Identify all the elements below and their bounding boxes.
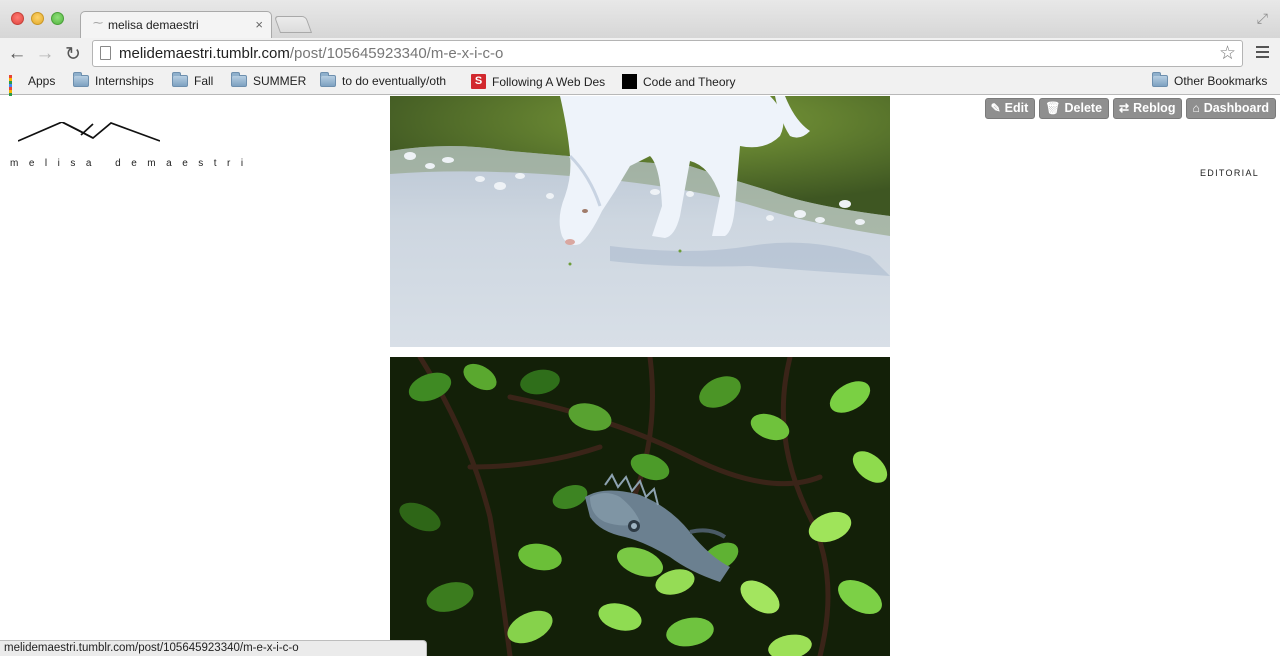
s-logo-icon: S [471, 74, 486, 89]
reload-icon[interactable]: ↻ [62, 43, 84, 66]
bookmark-star-icon[interactable]: ☆ [1219, 42, 1236, 65]
page-icon [100, 46, 111, 60]
home-icon: ⌂ [1192, 101, 1200, 115]
blog-logo[interactable] [18, 122, 160, 142]
bookmark-summer[interactable]: SUMMER [231, 72, 307, 88]
reblog-label: Reblog [1133, 101, 1176, 115]
new-tab-button[interactable] [273, 16, 313, 33]
reblog-icon: ⇄ [1119, 101, 1130, 115]
bookmark-label: Internships [95, 74, 154, 88]
bookmark-fall[interactable]: Fall [172, 72, 214, 88]
tab-favicon-icon: ⁓ [93, 18, 103, 29]
folder-icon [1152, 72, 1168, 87]
zoom-window-button[interactable] [51, 12, 64, 25]
folder-icon [172, 72, 188, 87]
bookmark-label: Apps [28, 74, 56, 88]
folder-icon [73, 72, 89, 87]
bookmark-following-a-web-des[interactable]: S Following A Web Des [471, 74, 605, 89]
tab-title: melisa demaestri [108, 18, 199, 32]
dog-photo-image [390, 96, 890, 347]
edit-label: Edit [1004, 101, 1029, 115]
delete-button[interactable]: 🗑 Delete [1039, 98, 1110, 119]
edit-button[interactable]: ✎ Edit [984, 98, 1036, 119]
folder-icon [231, 72, 247, 87]
dashboard-label: Dashboard [1203, 101, 1269, 115]
url-host: melidemaestri.tumblr.com [119, 45, 290, 62]
address-bar[interactable]: melidemaestri.tumblr.com/post/1056459233… [92, 40, 1243, 67]
bookmark-label: Code and Theory [643, 74, 736, 89]
close-window-button[interactable] [11, 12, 24, 25]
forward-arrow-icon[interactable]: → [34, 43, 56, 65]
blog-name[interactable]: melisa demaestri [10, 158, 254, 169]
nav-link-editorial[interactable]: EDITORIAL [1200, 168, 1259, 178]
tumblr-controls: ✎ Edit 🗑 Delete ⇄ Reblog ⌂ Dashboard [984, 98, 1276, 119]
dashboard-button[interactable]: ⌂ Dashboard [1186, 98, 1276, 119]
post-photo-dog [390, 96, 890, 347]
delete-label: Delete [1064, 101, 1103, 115]
tab-close-icon[interactable]: × [255, 17, 263, 32]
bookmark-to-do-eventually[interactable]: to do eventually/oth [320, 72, 447, 88]
address-url[interactable]: melidemaestri.tumblr.com/post/1056459233… [119, 45, 503, 62]
bookmark-label: SUMMER [253, 74, 307, 88]
fullscreen-icon[interactable]: ⤢ [1257, 10, 1268, 27]
iguana-photo-image [390, 357, 890, 656]
browser-toolbar: ← → ↻ melidemaestri.tumblr.com/post/1056… [0, 38, 1280, 70]
browser-tab[interactable]: ⁓ melisa demaestri × [80, 11, 272, 39]
status-bar-url: melidemaestri.tumblr.com/post/1056459233… [0, 640, 427, 656]
apps-grid-icon [9, 74, 22, 102]
bookmarks-bar: Apps Internships Fall SUMMER to do event… [0, 70, 1280, 102]
bookmark-code-and-theory[interactable]: Code and Theory [622, 74, 736, 89]
bookmark-other-bookmarks[interactable]: Other Bookmarks [1152, 72, 1268, 88]
bookmark-label: Fall [194, 74, 214, 88]
url-path: /post/105645923340/m-e-x-i-c-o [289, 45, 504, 62]
black-square-icon [622, 74, 637, 89]
edit-icon: ✎ [990, 101, 1001, 115]
bookmark-label: to do eventually/oth [342, 74, 447, 88]
bookmark-label: Following A Web Des [492, 74, 606, 89]
reblog-button[interactable]: ⇄ Reblog [1113, 98, 1183, 119]
hamburger-menu-icon[interactable] [1256, 46, 1269, 61]
window-titlebar: ⁓ melisa demaestri × ⤢ [0, 0, 1280, 39]
trash-icon: 🗑 [1045, 101, 1061, 115]
back-arrow-icon[interactable]: ← [6, 43, 28, 65]
minimize-window-button[interactable] [31, 12, 44, 25]
bookmark-internships[interactable]: Internships [73, 72, 154, 88]
bookmark-apps[interactable]: Apps [9, 74, 56, 102]
bookmark-label: Other Bookmarks [1174, 74, 1268, 88]
folder-icon [320, 72, 336, 87]
post-photo-iguana [390, 357, 890, 656]
blog-page: melisa demaestri ✎ Edit 🗑 Delete ⇄ Reblo… [0, 96, 1280, 656]
